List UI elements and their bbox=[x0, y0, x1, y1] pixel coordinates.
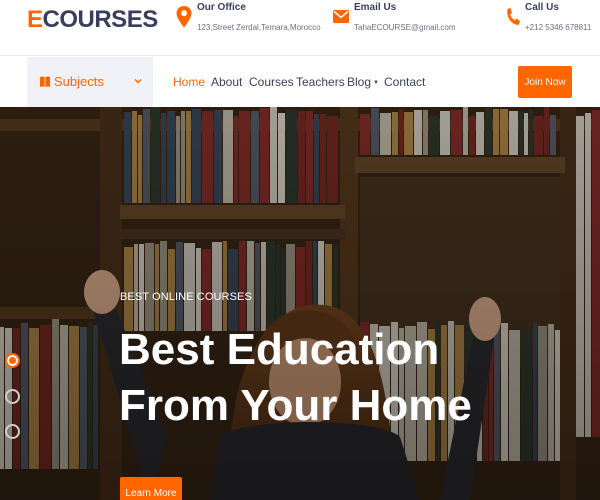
contact-phone-value[interactable]: +212 5346 678811 bbox=[525, 23, 591, 32]
nav-link-blog[interactable]: Blog ▼ bbox=[347, 75, 379, 89]
carousel-indicator-3[interactable] bbox=[5, 424, 20, 439]
contact-phone-title: Call Us bbox=[525, 2, 559, 13]
nav-link-courses[interactable]: Courses bbox=[249, 75, 294, 89]
top-header: ECOURSES Our Office 123,Street Zerdal,Te… bbox=[0, 0, 600, 56]
brand-logo-accent: E bbox=[27, 6, 43, 33]
carousel-indicator-1[interactable] bbox=[5, 353, 20, 368]
map-pin-icon bbox=[176, 6, 192, 28]
hero-carousel: BEST ONLINE COURSES Best Education From … bbox=[0, 107, 600, 500]
learn-more-button[interactable]: Learn More bbox=[120, 477, 182, 500]
hero-background-image bbox=[0, 107, 600, 500]
contact-office-value: 123,Street Zerdal,Temara,Morocco bbox=[197, 23, 321, 32]
nav-link-teachers[interactable]: Teachers bbox=[296, 75, 345, 89]
contact-email-title: Email Us bbox=[354, 2, 397, 13]
join-now-button[interactable]: Join Now bbox=[518, 66, 572, 98]
caret-down-icon: ▼ bbox=[373, 80, 379, 86]
nav-link-contact[interactable]: Contact bbox=[384, 75, 425, 89]
contact-email-value[interactable]: TahaECOURSE@gmail.com bbox=[354, 23, 455, 32]
envelope-icon bbox=[333, 10, 349, 23]
chevron-down-icon bbox=[134, 79, 142, 84]
contact-office-title: Our Office bbox=[197, 2, 246, 13]
nav-link-blog-label: Blog bbox=[347, 75, 372, 89]
book-icon bbox=[40, 76, 50, 87]
brand-logo-text: COURSES bbox=[42, 6, 159, 33]
subjects-dropdown[interactable]: Subjects bbox=[27, 57, 153, 107]
hero-title: Best Education From Your Home bbox=[119, 325, 472, 430]
subjects-label: Subjects bbox=[54, 74, 104, 89]
phone-icon bbox=[507, 8, 520, 25]
nav-link-home[interactable]: Home bbox=[173, 75, 205, 89]
main-navbar: Subjects Home About Courses Teachers Blo… bbox=[0, 57, 600, 107]
nav-link-about[interactable]: About bbox=[211, 75, 242, 89]
carousel-indicator-2[interactable] bbox=[5, 389, 20, 404]
hero-kicker: BEST ONLINE COURSES bbox=[120, 291, 252, 303]
brand-logo[interactable]: ECOURSES bbox=[27, 6, 158, 34]
